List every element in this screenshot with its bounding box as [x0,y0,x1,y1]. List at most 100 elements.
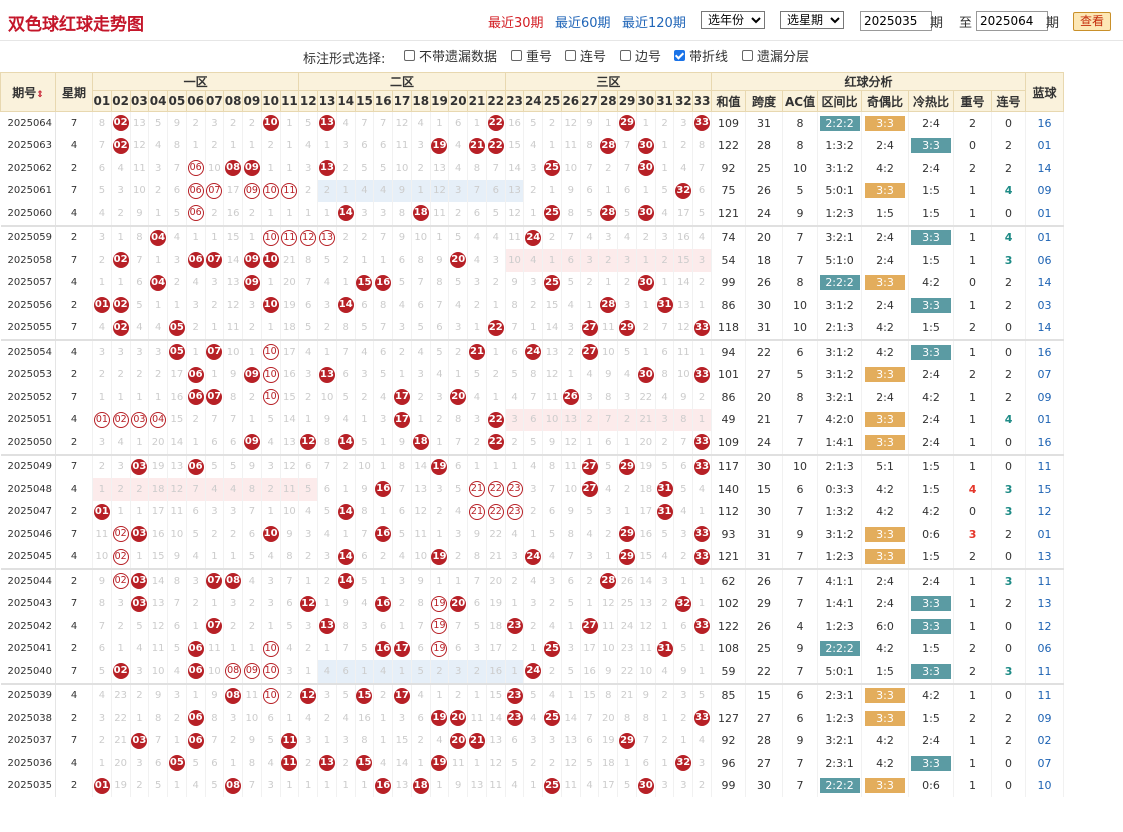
omission-cell: 4 [655,386,675,409]
hit-cell: 01 [92,408,112,431]
table-row: 2025038 2 3 22 1 8 2 06 8 3 10 6 1 4 2 4 16 1 3 6 19 20 11 14 23… [0,707,1065,730]
hit-cell: 09 [242,157,262,180]
omission-cell: 2 [411,729,431,752]
red-ball: 17 [393,411,410,428]
hit-cell: 02 [111,316,131,340]
table-row: 2025049 7 2 3 03 19 13 06 5 5 9 3 12 6 7 2 10 1 8 14 19 6 1 1 1 4… [0,453,1065,478]
hit-cell: 06 [186,707,206,730]
omission-cell: 22 [486,523,506,546]
hot-cold-cell: 0:6 [908,774,955,797]
omission-cell: 7 [92,615,112,638]
analysis-cell: 121 [711,545,747,569]
omission-cell: 3 [130,339,150,364]
repeat-cell: 3 [953,523,993,546]
red-ball-ring: 11 [281,182,298,199]
omission-cell: 3 [148,339,168,364]
odd-even-cell: 4:2 [861,316,910,340]
omission-cell: 7 [523,386,544,409]
period-cell: 2025057 [0,271,56,294]
option-no-omission[interactable]: 不带遗漏数据 [404,46,497,65]
omission-cell: 2 [467,431,487,455]
omission-cell: 1 [130,500,150,523]
header-period[interactable]: 期号⇕ [0,72,56,112]
blue-ball-cell: 02 [1025,729,1065,752]
repeat-cell: 2 [953,707,993,730]
consecutive-cell: 2 [991,386,1027,409]
hit-cell: 19 [430,545,450,569]
omission-cell: 1 [336,774,356,797]
red-ball: 22 [487,411,504,428]
omission-cell: 3 [92,431,112,455]
analysis-cell: 8 [782,134,819,157]
hit-cell: 22 [486,111,506,135]
hit-cell: 09 [242,249,262,272]
query-button[interactable]: 查看 [1073,12,1111,31]
omission-cell: 15 [486,682,506,707]
zone-ratio-cell: 2:2:2 [817,637,863,660]
from-period-input[interactable] [860,11,932,31]
consecutive-cell: 0 [991,453,1027,478]
odd-even-cell: 1:5 [861,660,910,684]
hit-cell: 28 [598,568,619,593]
omission-cell: 1 [92,271,112,294]
option-layer[interactable]: 遗漏分层 [742,46,809,65]
omission-cell: 5 [617,339,637,364]
link-last-120[interactable]: 最近120期 [622,12,686,31]
analysis-cell: 29 [745,592,784,615]
omission-cell: 1 [92,752,112,775]
omission-cell: 5 [223,453,243,478]
hit-cell: 31 [655,500,675,523]
hit-cell: 17 [392,682,412,707]
hit-cell: 23 [504,682,525,707]
hit-cell: 06 [186,157,206,180]
period-cell: 2025058 [0,249,56,272]
red-ball: 16 [375,526,392,543]
analysis-cell: 112 [711,500,747,523]
omission-cell: 3 [523,271,544,294]
blue-ball-cell: 11 [1025,682,1065,707]
omission-cell: 9 [448,774,469,797]
omission-cell: 1 [617,752,637,775]
omission-cell: 7 [373,316,394,340]
week-cell: 2 [55,363,93,386]
week-cell: 7 [55,660,93,684]
omission-cell: 4 [92,202,112,226]
omission-cell: 2 [205,202,225,226]
analysis-cell: 10 [782,453,819,478]
week-select[interactable]: 选星期 [780,11,844,29]
omission-cell: 7 [373,224,394,249]
omission-cell: 5 [486,202,506,226]
week-cell: 7 [55,179,93,202]
omission-cell: 2 [392,339,412,364]
option-line[interactable]: 带折线 [674,46,728,65]
header-num-03: 03 [129,90,150,112]
consecutive-cell: 0 [991,752,1027,775]
red-ball-ring: 13 [318,229,335,246]
hot-cold-cell: 3:3 [908,752,955,775]
omission-cell: 8 [92,111,112,135]
consecutive-cell: 0 [991,202,1027,226]
omission-cell: 4 [504,386,525,409]
omission-cell: 2 [223,523,243,546]
omission-cell: 5 [467,615,487,638]
omission-cell: 4 [111,157,131,180]
link-last-60[interactable]: 最近60期 [555,12,611,31]
option-edge[interactable]: 边号 [620,46,661,65]
option-repeat[interactable]: 重号 [511,46,552,65]
year-select[interactable]: 选年份 [701,11,765,29]
analysis-cell: 5 [782,179,819,202]
omission-cell: 8 [223,386,243,409]
consecutive-cell: 2 [991,729,1027,752]
option-consecutive[interactable]: 连号 [565,46,606,65]
table-row: 2025052 7 1 1 1 1 16 06 07 8 2 10 15 2 10 5 2 4 17 2 3 20 4 1 4 7… [0,386,1065,409]
omission-cell: 2 [242,615,262,638]
to-period-input[interactable] [976,11,1048,31]
omission-cell: 1 [430,568,450,593]
omission-cell: 7 [167,157,187,180]
omission-cell: 2 [636,316,656,340]
omission-cell: 1 [598,111,619,135]
omission-cell: 10 [636,660,656,684]
omission-cell: 8 [636,707,656,730]
link-last-30[interactable]: 最近30期 [488,12,544,31]
repeat-cell: 0 [953,134,993,157]
